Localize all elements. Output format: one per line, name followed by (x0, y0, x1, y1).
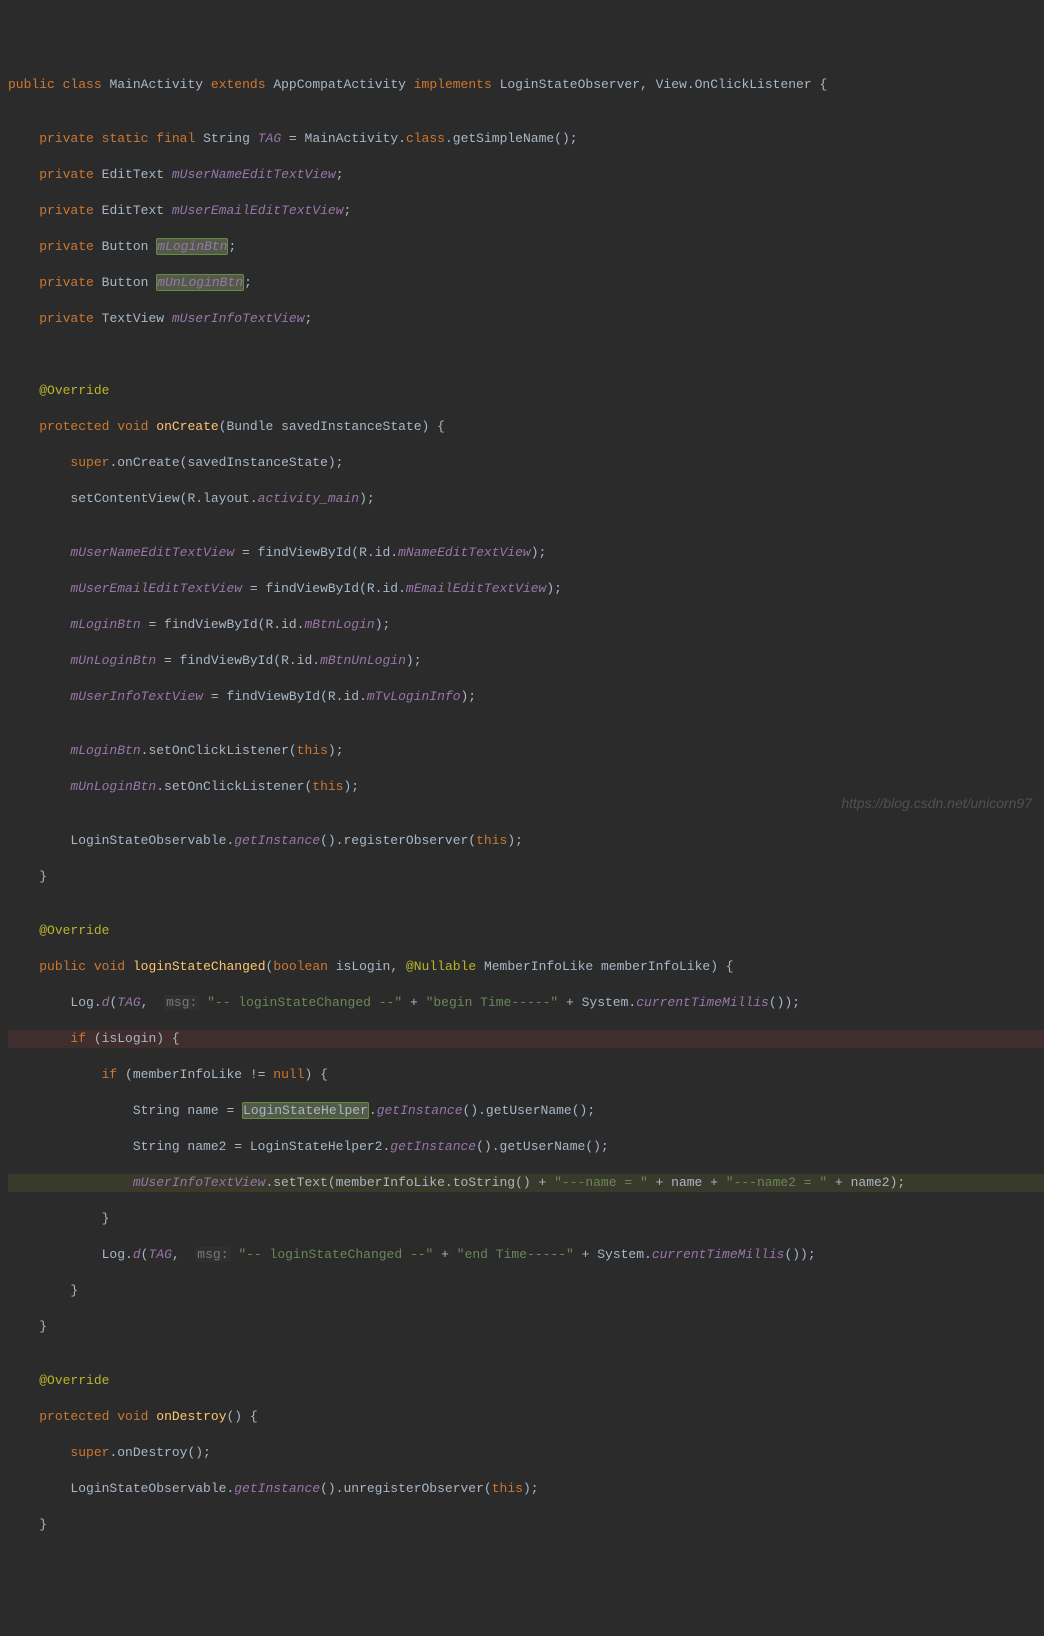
code-line: private static final String TAG = MainAc… (8, 130, 1044, 148)
code-line: @Override (8, 922, 1044, 940)
code-line: super.onDestroy(); (8, 1444, 1044, 1462)
code-line: public class MainActivity extends AppCom… (8, 76, 1044, 94)
code-editor[interactable]: public class MainActivity extends AppCom… (8, 76, 1044, 1552)
code-line: } (8, 1210, 1044, 1228)
code-line: } (8, 1516, 1044, 1534)
code-line: protected void onCreate(Bundle savedInst… (8, 418, 1044, 436)
code-line: String name2 = LoginStateHelper2.getInst… (8, 1138, 1044, 1156)
parameter-hint: msg: (164, 995, 199, 1010)
code-line: mUserEmailEditTextView = findViewById(R.… (8, 580, 1044, 598)
code-line: Log.d(TAG, msg: "-- loginStateChanged --… (8, 994, 1044, 1012)
code-line: mLoginBtn = findViewById(R.id.mBtnLogin)… (8, 616, 1044, 634)
code-line: if (memberInfoLike != null) { (8, 1066, 1044, 1084)
code-line: public void loginStateChanged(boolean is… (8, 958, 1044, 976)
code-line: super.onCreate(savedInstanceState); (8, 454, 1044, 472)
code-line: String name = LoginStateHelper.getInstan… (8, 1102, 1044, 1120)
code-line-error: if (isLogin) { (8, 1030, 1044, 1048)
code-line: LoginStateObservable.getInstance().unreg… (8, 1480, 1044, 1498)
code-line: LoginStateObservable.getInstance().regis… (8, 832, 1044, 850)
code-line: private Button mLoginBtn; (8, 238, 1044, 256)
code-line: @Override (8, 1372, 1044, 1390)
code-line: mUnLoginBtn = findViewById(R.id.mBtnUnLo… (8, 652, 1044, 670)
code-line: mLoginBtn.setOnClickListener(this); (8, 742, 1044, 760)
parameter-hint: msg: (195, 1247, 230, 1262)
code-line: private Button mUnLoginBtn; (8, 274, 1044, 292)
code-line: private EditText mUserEmailEditTextView; (8, 202, 1044, 220)
code-line: mUserNameEditTextView = findViewById(R.i… (8, 544, 1044, 562)
watermark-text: https://blog.csdn.net/unicorn97 (841, 794, 1032, 812)
code-line: @Override (8, 382, 1044, 400)
code-line: setContentView(R.layout.activity_main); (8, 490, 1044, 508)
code-line: Log.d(TAG, msg: "-- loginStateChanged --… (8, 1246, 1044, 1264)
code-line: private EditText mUserNameEditTextView; (8, 166, 1044, 184)
code-line: } (8, 1318, 1044, 1336)
code-line: protected void onDestroy() { (8, 1408, 1044, 1426)
code-line: private TextView mUserInfoTextView; (8, 310, 1044, 328)
code-line: } (8, 868, 1044, 886)
code-line-warning: mUserInfoTextView.setText(memberInfoLike… (8, 1174, 1044, 1192)
code-line: mUserInfoTextView = findViewById(R.id.mT… (8, 688, 1044, 706)
code-line: } (8, 1282, 1044, 1300)
